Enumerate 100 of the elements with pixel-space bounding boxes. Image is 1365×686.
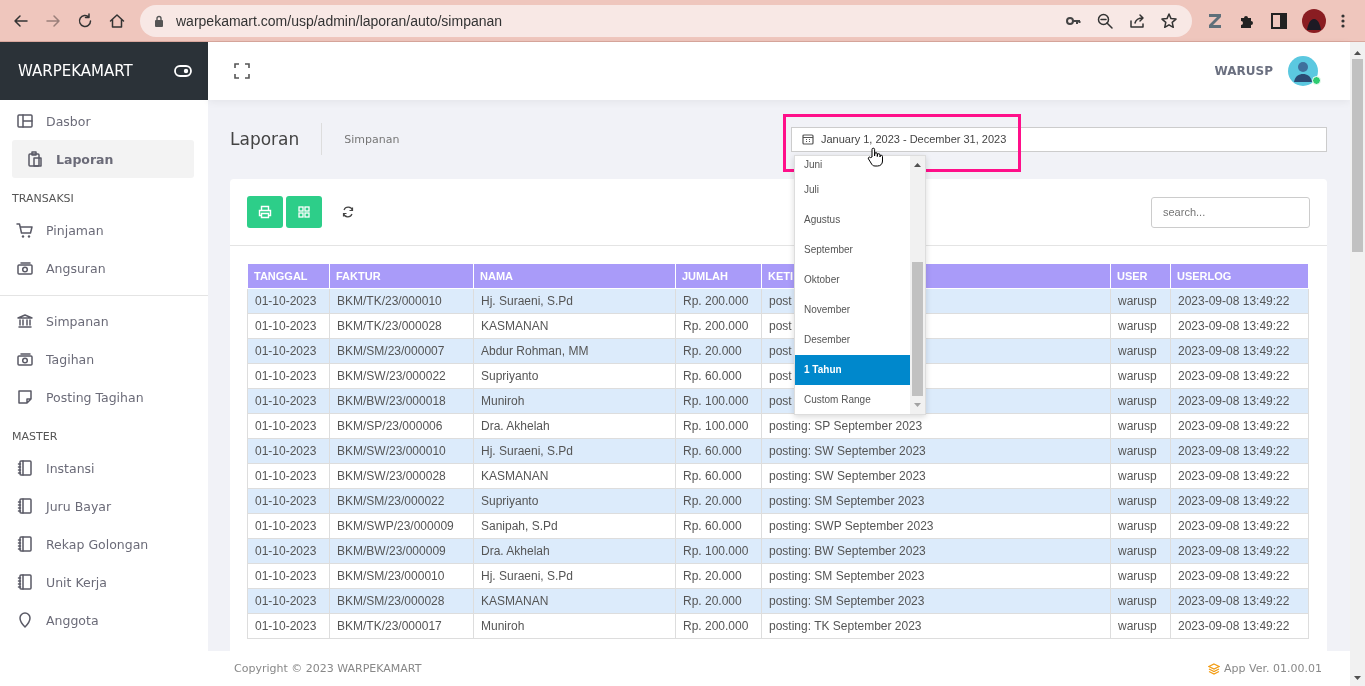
sidebar-item[interactable]: Angsuran [0,249,205,287]
table-cell: 2023-09-08 13:49:22 [1170,463,1309,489]
table-cell: Rp. 200.000 [675,288,762,314]
grid-icon [298,206,310,218]
column-header: JUMLAH [675,263,762,289]
table-cell: BKM/SW/23/000010 [329,438,474,464]
table-cell: posting: BW September 2023 [761,538,1111,564]
table-cell: 01-10-2023 [247,288,330,314]
table-cell: Supriyanto [473,363,676,389]
address-bar[interactable]: warpekamart.com/usp/admin/laporan/auto/simpanan [140,4,1192,37]
url-text: warpekamart.com/usp/admin/laporan/auto/simpanan [176,12,503,29]
table-cell: BKM/BW/23/000018 [329,388,474,414]
sidebar-item[interactable]: Laporan [12,140,194,178]
copyright-text: Copyright © 2023 WARPEKAMART [234,662,422,675]
table-cell: Rp. 60.000 [675,438,762,464]
sidebar-item[interactable]: Simpanan [0,302,205,340]
table-cell: posting: SWP September 2023 [761,513,1111,539]
table-cell: warusp [1110,613,1171,639]
table-cell: BKM/TK/23/000010 [329,288,474,314]
layers-icon [1208,662,1221,675]
scrollbar[interactable] [910,155,925,414]
table-cell: Rp. 100.000 [675,538,762,564]
sidebar-item[interactable]: Tagihan [0,340,205,378]
home-icon[interactable] [108,11,126,30]
extension-icon[interactable] [1206,11,1224,30]
sidebar-item[interactable]: Rekap Golongan [0,525,205,563]
toggle-icon[interactable] [174,65,192,77]
page-title: Laporan [230,129,300,149]
zoom-out-icon[interactable] [1096,11,1114,30]
table-cell: Hj. Suraeni, S.Pd [473,438,676,464]
printer-icon [258,205,272,219]
table-cell: Rp. 20.000 [675,338,762,364]
table-cell: Rp. 20.000 [675,563,762,589]
date-range-field[interactable]: January 1, 2023 - December 31, 2023 [791,126,1327,152]
user-name[interactable]: WARUSP [1214,64,1273,78]
table-cell: Rp. 60.000 [675,463,762,489]
table-cell: 01-10-2023 [247,463,330,489]
table-cell: 2023-09-08 13:49:22 [1170,313,1309,339]
table-cell: 01-10-2023 [247,513,330,539]
table-cell: 2023-09-08 13:49:22 [1170,588,1309,614]
sidebar-item[interactable]: Posting Tagihan [0,378,205,416]
table-cell: 2023-09-08 13:49:22 [1170,563,1309,589]
user-avatar[interactable] [1288,56,1318,86]
table-cell: BKM/TK/23/000028 [329,313,474,339]
table-cell: Rp. 200.000 [675,313,762,339]
profile-avatar-icon[interactable] [1302,8,1326,33]
reload-icon[interactable] [76,11,94,30]
dropdown-option[interactable]: Juli [795,174,910,205]
side-panel-icon[interactable] [1270,11,1288,30]
dropdown-option[interactable]: September [795,234,910,265]
dropdown-option[interactable]: Juni [795,155,910,175]
table-cell: Rp. 200.000 [675,613,762,639]
table-cell: KASMANAN [473,463,676,489]
breadcrumb: Simpanan [344,132,400,146]
lock-icon [154,14,164,27]
column-header: FAKTUR [329,263,474,289]
table-cell: 01-10-2023 [247,388,330,414]
table-cell: 2023-09-08 13:49:22 [1170,388,1309,414]
table-cell: BKM/SM/23/000007 [329,338,474,364]
table-cell: warusp [1110,363,1171,389]
sidebar-item[interactable]: Instansi [0,449,205,487]
sidebar-item[interactable]: Unit Kerja [0,563,205,601]
dropdown-option[interactable]: Agustus [795,204,910,235]
sidebar-item[interactable]: Anggota [0,601,205,639]
table-cell: BKM/SW/23/000022 [329,363,474,389]
section-heading: MASTER [11,429,59,445]
bank-icon [16,312,34,330]
table-cell: 2023-09-08 13:49:22 [1170,513,1309,539]
table-cell: 2023-09-08 13:49:22 [1170,338,1309,364]
star-icon[interactable] [1160,11,1178,30]
table-cell: 2023-09-08 13:49:22 [1170,438,1309,464]
table-cell: Dra. Akhelah [473,413,676,439]
page-scrollbar[interactable] [1350,42,1365,686]
table-cell: Muniroh [473,613,676,639]
dropdown-option[interactable]: 1 Tahun [795,354,910,385]
table-cell: KASMANAN [473,313,676,339]
table-cell: 01-10-2023 [247,613,330,639]
sidebar-item[interactable]: Juru Bayar [0,487,205,525]
sidebar-item[interactable]: Pinjaman [0,211,205,249]
table-cell: 01-10-2023 [247,563,330,589]
table-cell: 01-10-2023 [247,438,330,464]
brand-name: WARPEKAMART [18,62,133,80]
table-cell: BKM/SWP/23/000009 [329,513,474,539]
table-cell: 01-10-2023 [247,488,330,514]
table-cell: Rp. 60.000 [675,363,762,389]
table-cell: BKM/SM/23/000010 [329,563,474,589]
table-cell: Rp. 100.000 [675,388,762,414]
app-version: App Ver. 01.00.01 [1224,662,1322,675]
table-cell: Rp. 20.000 [675,488,762,514]
fullscreen-icon[interactable] [234,63,250,79]
banknote-icon [16,350,34,368]
section-heading: TRANSAKSI [11,191,75,207]
table-cell: 2023-09-08 13:49:22 [1170,538,1309,564]
sidebar-item[interactable]: Dasbor [0,102,205,140]
table-cell: Dra. Akhelah [473,538,676,564]
search-field[interactable]: search... [1151,196,1310,228]
refresh-icon[interactable] [342,206,354,218]
column-header: USERLOG [1170,263,1309,289]
share-icon[interactable] [1128,11,1146,30]
table-cell: BKM/SW/23/000028 [329,463,474,489]
